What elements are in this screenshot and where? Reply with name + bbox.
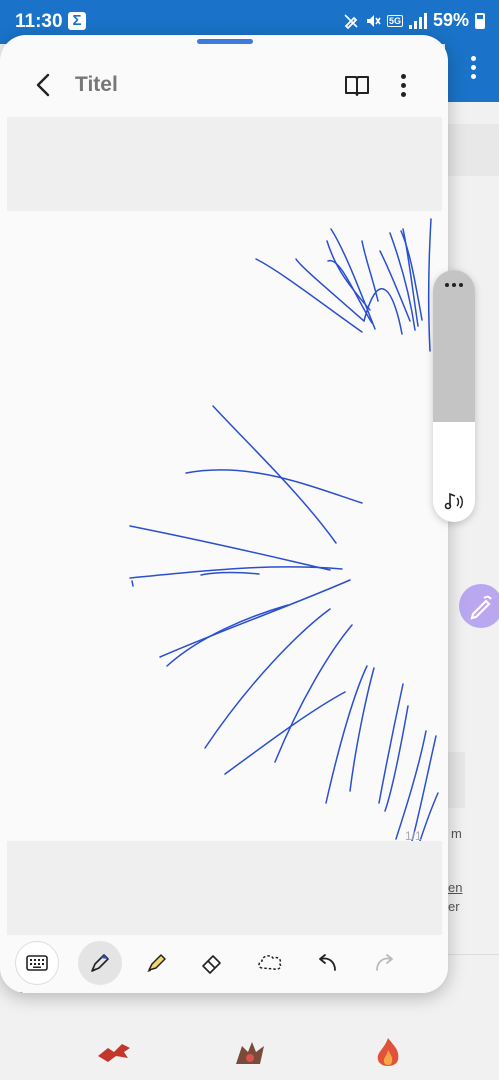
redo-button[interactable]	[362, 941, 406, 985]
ink-stroke	[363, 288, 403, 335]
battery-percent: 59%	[432, 10, 469, 30]
background-text-fragment-3: er	[448, 899, 460, 914]
side-scroll-control[interactable]	[433, 270, 475, 522]
keyboard-icon	[26, 955, 48, 971]
undo-icon	[319, 954, 336, 971]
drawing-canvas[interactable]	[0, 211, 448, 841]
signal-icon	[408, 12, 427, 29]
pen-icon	[91, 954, 109, 972]
ink-stroke	[411, 735, 437, 841]
ink-stroke	[325, 665, 368, 804]
ink-stroke	[200, 571, 260, 576]
nav-flame-icon[interactable]	[368, 1034, 408, 1074]
page-margin-top	[7, 117, 442, 211]
window-drag-handle[interactable]	[197, 39, 253, 44]
lasso-tool-button[interactable]	[248, 941, 292, 985]
nav-dragon-icon-1[interactable]	[94, 1034, 134, 1074]
pen-icon	[470, 595, 492, 620]
ink-stroke	[427, 218, 432, 352]
reading-mode-icon[interactable]	[344, 72, 370, 98]
background-compose-button[interactable]	[459, 584, 499, 628]
ink-stroke	[212, 405, 337, 544]
pen-off-icon	[344, 13, 358, 29]
background-text-fragment-2[interactable]: en	[448, 880, 462, 895]
highlighter-icon	[147, 954, 166, 972]
side-more-icon[interactable]	[433, 270, 475, 300]
mute-icon	[366, 14, 381, 27]
keyboard-button[interactable]	[15, 941, 59, 985]
undo-button[interactable]	[306, 941, 350, 985]
back-arrow-icon[interactable]	[30, 71, 58, 99]
drawing-toolbar	[0, 935, 448, 993]
app-notification-icon: Σ	[68, 12, 86, 30]
ink-stroke	[255, 258, 363, 333]
redo-icon	[376, 954, 393, 971]
lasso-icon	[258, 955, 282, 970]
ink-stroke	[129, 525, 331, 571]
status-icons: 5G 59%	[343, 10, 485, 31]
ink-stroke	[159, 579, 351, 658]
scroll-thumb[interactable]	[433, 300, 475, 422]
ink-stroke	[349, 667, 375, 792]
background-card-top	[448, 124, 499, 176]
ink-stroke	[384, 705, 409, 812]
pen-tool-button[interactable]	[78, 941, 122, 985]
background-more-icon[interactable]	[471, 56, 477, 79]
background-text-fragment-1: m	[451, 826, 462, 841]
eraser-icon	[202, 955, 221, 974]
note-title[interactable]: Titel	[75, 73, 118, 97]
background-card-mid	[448, 752, 465, 808]
status-time: 11:30	[15, 11, 63, 32]
ink-stroke	[131, 580, 134, 587]
audio-note-icon[interactable]	[441, 488, 467, 514]
nav-dragon-icon-2[interactable]	[230, 1034, 270, 1074]
note-popup-window: Titel 1/1	[0, 35, 448, 993]
ink-stroke	[419, 792, 439, 841]
ink-stroke	[185, 469, 363, 504]
network-type: 5G	[386, 14, 403, 27]
highlighter-tool-button[interactable]	[134, 941, 178, 985]
ink-stroke	[378, 683, 404, 804]
more-options-icon[interactable]	[393, 72, 413, 98]
ink-stroke	[166, 604, 289, 667]
eraser-tool-button[interactable]	[190, 941, 234, 985]
page-margin-bottom	[7, 841, 442, 935]
ink-stroke	[224, 691, 346, 775]
battery-icon	[475, 12, 485, 29]
